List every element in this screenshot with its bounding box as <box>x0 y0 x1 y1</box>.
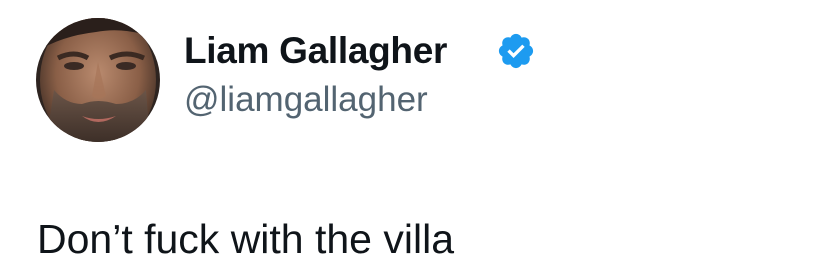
tweet-card: Liam Gallagher @liamgallagher Don’t fuck… <box>0 0 835 278</box>
display-name[interactable]: Liam Gallagher <box>184 30 447 72</box>
avatar-photo <box>36 18 160 142</box>
tweet-text: Don’t fuck with the villa <box>37 216 455 262</box>
user-handle[interactable]: @liamgallagher <box>184 80 428 120</box>
verified-badge-icon <box>498 33 534 69</box>
avatar[interactable] <box>36 18 160 142</box>
